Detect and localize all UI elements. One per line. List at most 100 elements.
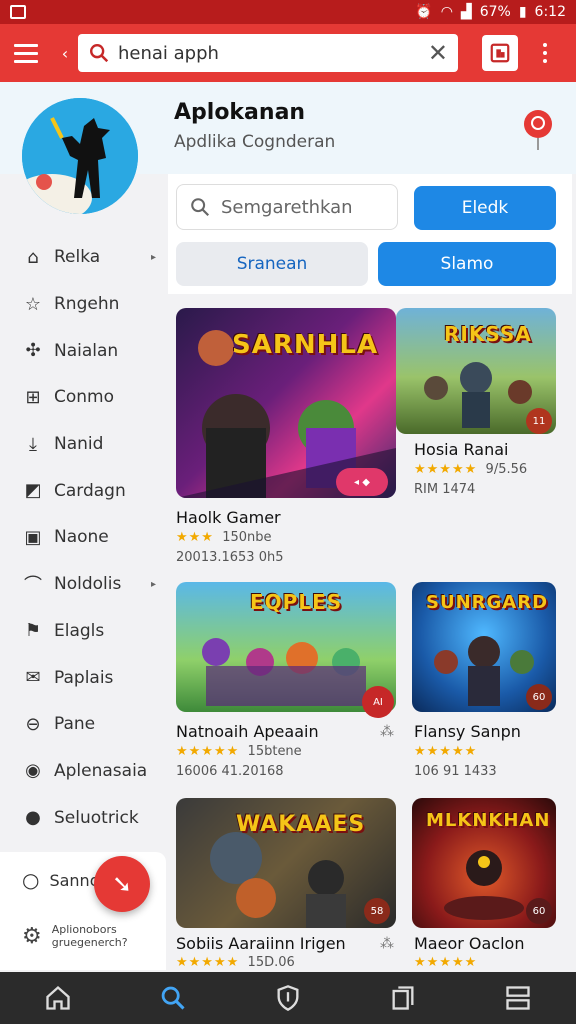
sidebar-item-label: Relka <box>54 247 101 268</box>
person-icon: ● <box>25 807 41 829</box>
sidebar-item-noldolis[interactable]: ⌒ Noldolis ▸ <box>0 561 166 608</box>
game-banner-text: MLKNKHAN <box>426 810 551 831</box>
sidebar-item-naone[interactable]: ▣ Naone <box>0 514 166 561</box>
game-title: Sobiis Aaraiinn Irigen <box>176 934 346 953</box>
sidebar-item-naialan[interactable]: ✣ Naialan <box>0 327 166 374</box>
search-input[interactable] <box>118 42 420 64</box>
panel-search-field[interactable]: Semgarethkan <box>176 184 398 230</box>
rating-count: 9/5.56 <box>485 462 528 477</box>
sidebar-item-label: Cardagn <box>54 480 126 501</box>
sidebar-item-aplenasaia[interactable]: ◉ Aplenasaia <box>0 748 166 795</box>
card-badge[interactable]: 60 <box>526 684 552 710</box>
id-icon: ▣ <box>24 526 42 548</box>
top-app-bar: ‹ ✕ <box>0 24 576 82</box>
home-icon: ⌂ <box>27 246 39 268</box>
rating-stars: ★★★ <box>176 530 214 545</box>
panel-search-placeholder: Semgarethkan <box>221 196 353 218</box>
card-badge[interactable]: 60 <box>526 898 552 924</box>
list-icon <box>506 986 531 1010</box>
share-icon[interactable]: ⁂ <box>380 724 394 740</box>
rating-count: 150nbe <box>222 530 272 545</box>
tertiary-button[interactable]: Slamo <box>378 242 556 286</box>
search-bar[interactable]: ✕ <box>78 34 458 72</box>
game-banner-text: EQPLES <box>250 590 343 614</box>
sidebar-item-paplais[interactable]: ✉ Paplais <box>0 654 166 701</box>
search-icon <box>161 986 185 1010</box>
nav-search[interactable] <box>153 978 193 1018</box>
location-pin-icon[interactable] <box>522 108 554 156</box>
sidebar-item-label: Seluotrick <box>54 807 139 828</box>
minus-box-icon: ⊖ <box>25 713 41 735</box>
card-action-badge[interactable]: ◂ ◆ <box>336 468 388 496</box>
sidebar-item-nanid[interactable]: ⤓ Nanid <box>0 421 166 468</box>
floating-action-button[interactable]: ➘ <box>94 856 150 912</box>
back-chevron-icon[interactable]: ‹ <box>52 44 78 63</box>
primary-button-label: Eledk <box>461 198 509 218</box>
signal-icon: ⌒ <box>24 575 42 597</box>
sidebar-item-conmo[interactable]: ⊞ Conmo <box>0 374 166 421</box>
arrow-icon: ➘ <box>111 870 133 898</box>
game-banner-text: SUNRGARD <box>426 592 549 613</box>
settings-icon: ⚙ <box>22 923 42 949</box>
rating-count: 15D.06 <box>247 955 295 970</box>
nav-home[interactable] <box>38 978 78 1018</box>
game-banner-text: WAKAAES <box>236 812 366 837</box>
sidebar-footer-settings[interactable]: ⚙ Aplionobors gruegenerch? <box>0 908 166 964</box>
secondary-button[interactable]: Sranean <box>176 242 368 286</box>
game-meta: RIM 1474 <box>414 482 476 497</box>
app-shortcut-button[interactable] <box>482 35 518 71</box>
star-outline-icon: ☆ <box>24 293 42 315</box>
clear-search-icon[interactable]: ✕ <box>428 39 448 67</box>
sidebar-footer-label: Aplionobors gruegenerch? <box>51 923 128 949</box>
sidebar-item-label: Pane <box>54 714 96 735</box>
app-notification-icon <box>10 5 26 19</box>
sidebar-item-label: Nanid <box>54 434 104 455</box>
sidebar-item-cardagn[interactable]: ◩ Cardagn <box>0 467 166 514</box>
share-icon[interactable]: ⁂ <box>380 936 394 952</box>
sidebar-item-relka[interactable]: ⌂ Relka ▸ <box>0 234 166 281</box>
nav-shield[interactable] <box>268 978 308 1018</box>
expand-arrow-icon[interactable]: ▸ <box>151 579 156 590</box>
wifi-icon: ◠ <box>440 4 453 20</box>
chat-icon: ○ <box>22 868 40 892</box>
sidebar-item-pane[interactable]: ⊖ Pane <box>0 701 166 748</box>
signal-icon: ▟ <box>460 4 472 20</box>
rating-stars: ★★★★★ <box>176 955 240 970</box>
sidebar-item-seluotrick[interactable]: ● Seluotrick <box>0 794 166 841</box>
nav-menu[interactable] <box>498 978 538 1018</box>
game-rating: ★★★★★ 15btene <box>176 744 302 759</box>
game-title: Hosia Ranai <box>414 440 509 459</box>
game-meta: 106 91 1433 <box>414 764 497 779</box>
game-rating: ★★★★★ 9/5.56 <box>414 462 527 477</box>
game-banner-text: RIKSSA <box>444 322 532 346</box>
bottom-nav-bar <box>0 972 576 1024</box>
page-title: Aplokanan <box>174 100 306 125</box>
sidebar-item-label: Naialan <box>54 340 119 361</box>
primary-button[interactable]: Eledk <box>414 186 556 230</box>
game-title: Maeor Oaclon <box>414 934 525 953</box>
card-badge[interactable]: AI <box>362 686 394 718</box>
location-icon: ◉ <box>25 760 41 782</box>
menu-icon[interactable] <box>0 24 52 82</box>
card-badge[interactable]: 11 <box>526 408 552 434</box>
alarm-icon: ⏰ <box>415 4 433 20</box>
search-icon <box>90 44 109 63</box>
sidebar-item-elagls[interactable]: ⚑ Elagls <box>0 608 166 655</box>
sidebar-item-rngehn[interactable]: ☆ Rngehn <box>0 281 166 328</box>
game-thumbnail[interactable]: EQPLES <box>176 582 396 712</box>
game-rating: ★★★ 150nbe <box>176 530 272 545</box>
card-badge[interactable]: 58 <box>364 898 390 924</box>
nav-library[interactable] <box>383 978 423 1018</box>
game-rating: ★★★★★ <box>414 744 477 759</box>
game-thumbnail[interactable]: WAKAAES <box>176 798 396 928</box>
rating-count: 15btene <box>247 744 302 759</box>
overflow-menu-icon[interactable] <box>530 43 560 63</box>
game-meta: 20013.1653 0h5 <box>176 550 284 565</box>
sidebar-item-label: Elagls <box>54 620 105 641</box>
avatar[interactable] <box>22 98 138 214</box>
home-icon <box>45 985 70 1010</box>
game-title: Haolk Gamer <box>176 508 281 527</box>
rating-stars: ★★★★★ <box>414 744 478 759</box>
tertiary-button-label: Slamo <box>440 254 494 274</box>
expand-arrow-icon[interactable]: ▸ <box>151 252 156 263</box>
